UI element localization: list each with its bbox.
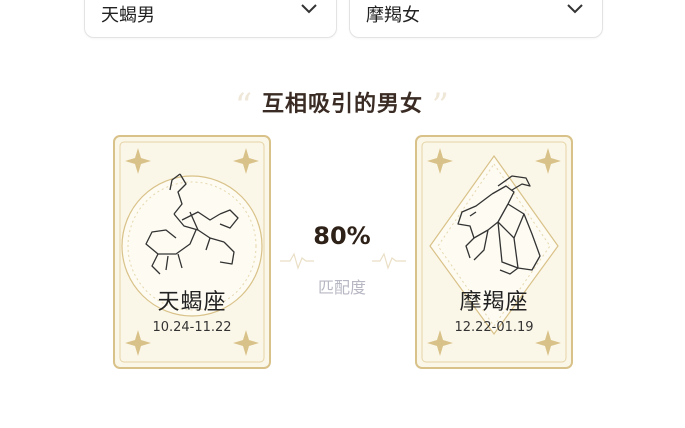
quote-close: ” <box>431 86 451 126</box>
capricorn-card: 摩羯座 12.22-01.19 <box>414 134 574 370</box>
scorpio-card: 天蝎座 10.24-11.22 <box>112 134 272 370</box>
male-sign-select[interactable]: 天蝎男 <box>84 0 337 38</box>
card-sign-dates: 12.22-01.19 <box>454 320 534 335</box>
match-percent: 80% <box>313 222 371 250</box>
quote-open: “ <box>234 86 254 126</box>
pulse-line-left <box>280 252 314 270</box>
female-sign-select[interactable]: 摩羯女 <box>349 0 603 38</box>
chevron-down-icon <box>567 4 583 14</box>
card-sign-name: 摩羯座 <box>459 290 529 315</box>
female-sign-value: 摩羯女 <box>366 5 420 26</box>
male-sign-value: 天蝎男 <box>101 5 155 26</box>
card-sign-dates: 10.24-11.22 <box>152 320 232 335</box>
card-sign-name: 天蝎座 <box>157 290 227 315</box>
pulse-line-right <box>372 252 406 270</box>
section-title-text: 互相吸引的男女 <box>261 92 423 117</box>
section-title: “ 互相吸引的男女 ” <box>0 86 685 126</box>
match-label: 匹配度 <box>317 278 366 297</box>
chevron-down-icon <box>301 4 317 14</box>
